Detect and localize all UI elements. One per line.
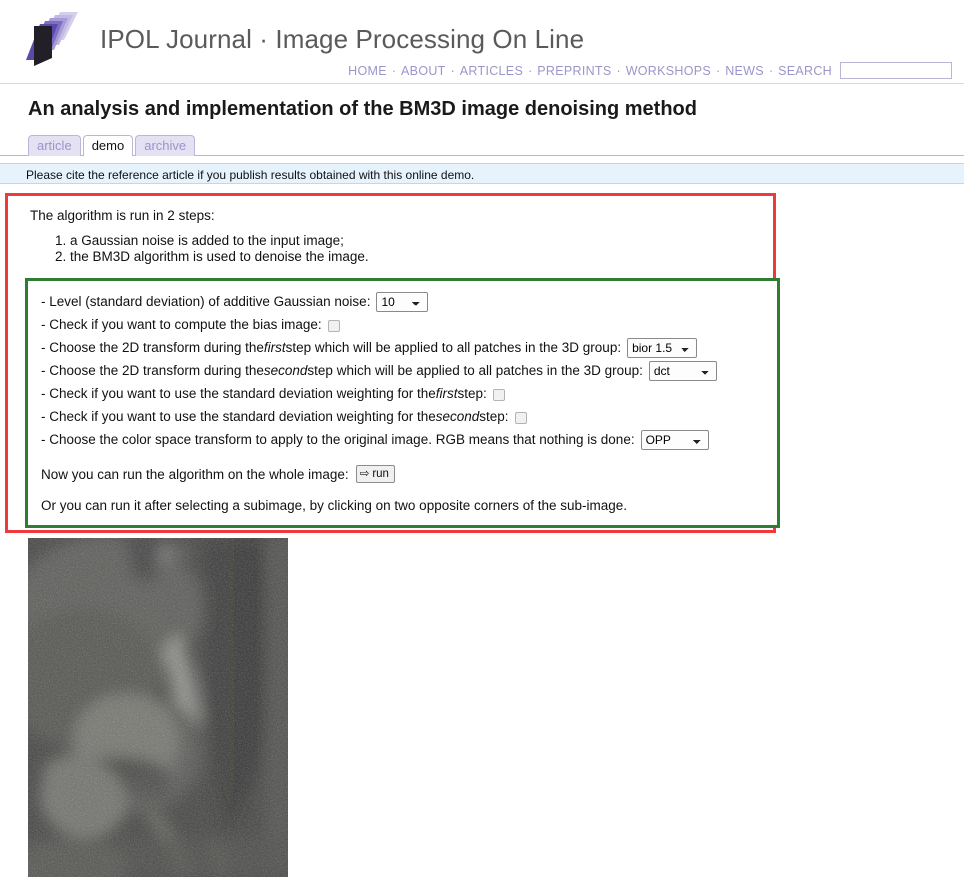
option-noise-level-label: - Level (standard deviation) of additive… [41,294,371,309]
transform-first-select[interactable]: bior 1.5 [627,337,698,358]
option-transform-first-emphasis: first [263,340,286,355]
option-sd-weighting-second-label-after: step: [479,409,509,424]
list-item: the BM3D algorithm is used to denoise th… [70,249,773,264]
option-bias-image: - Check if you want to compute the bias … [28,313,777,336]
option-bias-image-label: - Check if you want to compute the bias … [41,317,322,332]
color-space-select[interactable]: OPP [640,429,709,450]
page-title: An analysis and implementation of the BM… [28,98,697,120]
option-noise-level: - Level (standard deviation) of additive… [28,290,777,313]
parameters-form-box: - Level (standard deviation) of additive… [25,278,780,528]
option-transform-second-emphasis: second [263,363,308,378]
transform-second-select[interactable]: dct [648,360,717,381]
algorithm-description-box: The algorithm is run in 2 steps: a Gauss… [5,193,780,533]
tab-article[interactable]: article [28,135,81,156]
option-transform-second-label-after: step which will be applied to all patche… [307,363,643,378]
sd-weighting-first-checkbox[interactable] [492,388,505,401]
nav-articles[interactable]: ARTICLES [460,64,523,78]
run-label: Now you can run the algorithm on the who… [41,466,349,482]
input-preview-image[interactable] [28,538,288,877]
primary-nav: HOME · ABOUT · ARTICLES · PREPRINTS · WO… [348,62,952,79]
nav-preprints[interactable]: PREPRINTS [537,64,611,78]
option-transform-first-label-after: step which will be applied to all patche… [285,340,622,355]
intro-heading: The algorithm is run in 2 steps: [30,208,215,223]
nav-separator: · [528,63,533,78]
noise-level-select[interactable]: 10 [376,291,429,312]
run-button[interactable]: ⇨ run [355,465,395,483]
nav-separator: · [450,63,455,78]
option-transform-second-label-before: - Choose the 2D transform during the [41,363,264,378]
nav-separator: · [391,63,397,78]
arrow-right-icon: ⇨ [359,468,370,480]
site-header: IPOL Journal · Image Processing On Line … [0,0,964,84]
nav-separator: · [716,63,721,78]
option-transform-first: - Choose the 2D transform during the fir… [28,336,777,359]
option-sd-weighting-first-emphasis: first [435,386,458,401]
option-transform-second: - Choose the 2D transform during the sec… [28,359,777,382]
option-transform-first-label-before: - Choose the 2D transform during the [41,340,264,355]
nav-about[interactable]: ABOUT [401,64,446,78]
algorithm-steps-list: a Gaussian noise is added to the input i… [8,233,773,264]
option-sd-weighting-first-label-after: step: [457,386,487,401]
search-input[interactable] [840,62,952,79]
option-sd-weighting-first: - Check if you want to use the standard … [28,382,777,405]
option-color-space: - Choose the color space transform to ap… [28,428,777,451]
citation-notice: Please cite the reference article if you… [0,163,964,184]
nav-separator: · [768,63,774,78]
option-sd-weighting-second: - Check if you want to use the standard … [28,405,777,428]
subimage-hint: Or you can run it after selecting a subi… [41,498,628,513]
nav-home[interactable]: HOME [348,64,387,78]
option-sd-weighting-first-label-before: - Check if you want to use the standard … [41,386,436,401]
nav-search[interactable]: SEARCH [778,64,832,78]
option-color-space-label: - Choose the color space transform to ap… [41,432,635,447]
nav-workshops[interactable]: WORKSHOPS [626,64,711,78]
ipol-logo-icon[interactable] [24,8,86,70]
run-button-label: run [372,468,389,480]
tab-demo[interactable]: demo [82,135,134,156]
site-title: IPOL Journal · Image Processing On Line [100,23,585,54]
nav-separator: · [616,63,621,78]
bias-image-checkbox[interactable] [327,319,340,332]
option-sd-weighting-second-emphasis: second [435,409,480,424]
nav-news[interactable]: NEWS [725,64,764,78]
sd-weighting-second-checkbox[interactable] [514,411,527,424]
run-row: Now you can run the algorithm on the who… [28,451,777,483]
tab-bar: article demo archive [0,131,964,156]
option-sd-weighting-second-label-before: - Check if you want to use the standard … [41,409,436,424]
brand-row: IPOL Journal · Image Processing On Line [0,0,964,70]
tab-archive[interactable]: archive [135,135,196,156]
list-item: a Gaussian noise is added to the input i… [70,233,773,248]
